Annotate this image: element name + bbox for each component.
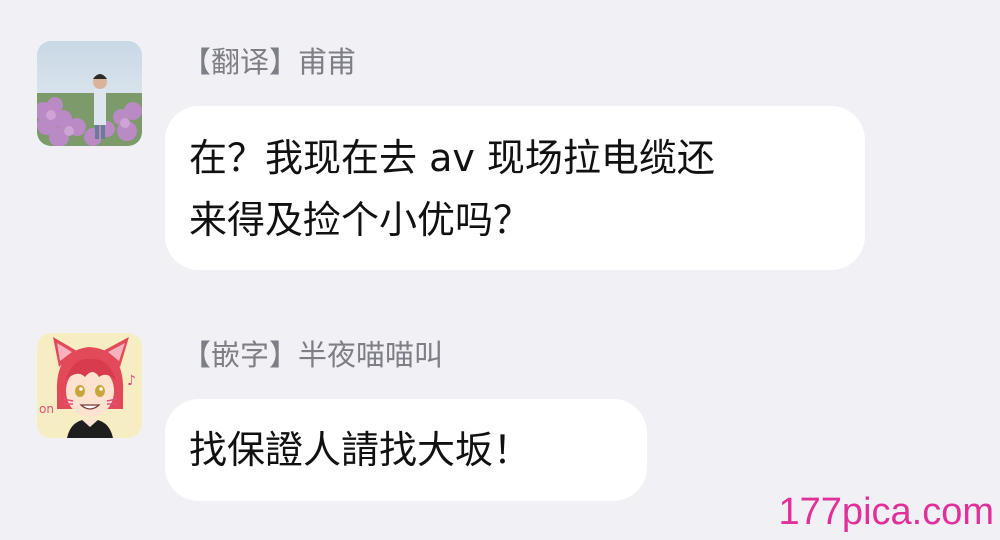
message-text-line: 来得及捡个小优吗？ xyxy=(189,198,532,242)
message-bubble[interactable]: 找保證人請找大坂！ xyxy=(165,399,647,501)
anime-cat-girl-avatar-icon: on ♪ xyxy=(37,333,142,438)
svg-text:♪: ♪ xyxy=(127,373,136,389)
message-text-line: 找保證人請找大坂！ xyxy=(189,428,532,472)
site-watermark: 177pica.com xyxy=(778,491,994,533)
message-bubble[interactable]: 在？我现在去 av 现场拉电缆还 来得及捡个小优吗？ xyxy=(165,106,865,270)
message-text-line: 在？我现在去 av 现场拉电缆还 xyxy=(189,136,715,180)
avatar[interactable] xyxy=(37,41,142,146)
person-avatar-icon xyxy=(37,41,142,146)
sender-name: 【翻译】甫甫 xyxy=(182,45,357,79)
svg-text:on: on xyxy=(39,402,54,416)
avatar[interactable]: on ♪ xyxy=(37,333,142,438)
sender-name: 【嵌字】半夜喵喵叫 xyxy=(182,338,444,372)
